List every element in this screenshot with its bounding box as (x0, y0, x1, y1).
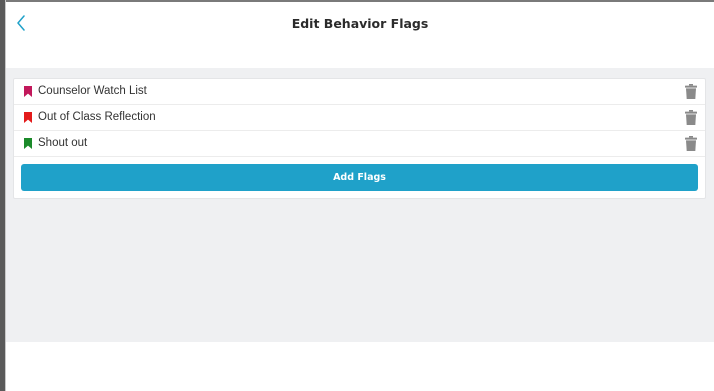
app-window: Edit Behavior Flags Counselor Watch List (6, 2, 714, 391)
flag-label: Shout out (38, 137, 88, 149)
bookmark-icon (24, 112, 32, 123)
flag-row-shout-out: Shout out (14, 131, 705, 157)
trash-icon[interactable] (685, 110, 697, 125)
trash-icon[interactable] (685, 136, 697, 151)
page-title: Edit Behavior Flags (291, 16, 429, 31)
flag-label: Out of Class Reflection (38, 111, 156, 123)
trash-icon[interactable] (685, 84, 697, 99)
flag-row-out-of-class-reflection: Out of Class Reflection (14, 105, 705, 131)
flags-card: Counselor Watch List Out of Class Reflec… (13, 78, 706, 199)
add-flags-button[interactable]: Add Flags (21, 164, 698, 191)
content-area: Counselor Watch List Out of Class Reflec… (6, 68, 714, 342)
bookmark-icon (24, 138, 32, 149)
header-bar: Edit Behavior Flags (6, 2, 714, 68)
flag-row-counselor-watch-list: Counselor Watch List (14, 79, 705, 105)
bookmark-icon (24, 86, 32, 97)
flag-label: Counselor Watch List (38, 85, 147, 97)
